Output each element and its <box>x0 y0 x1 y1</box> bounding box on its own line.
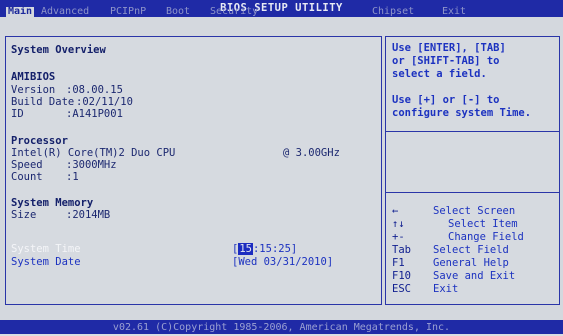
bios-screen: BIOS SETUP UTILITY Main Advanced PCIPnP … <box>0 0 563 334</box>
tab-security[interactable]: Security <box>210 7 258 17</box>
help-line-2: or [SHIFT-TAB] to <box>392 55 500 67</box>
cpu-name: Intel(R) Core(TM)2 Duo CPU <box>11 147 176 159</box>
version-label: Version <box>11 84 56 96</box>
count-label: Count <box>11 171 43 183</box>
key-desc-exit: Exit <box>433 283 459 295</box>
tab-key: Tab <box>392 244 411 256</box>
key-desc-change-field: Change Field <box>448 231 524 243</box>
tab-pcipnp[interactable]: PCIPnP <box>110 7 146 17</box>
amibios-heading: AMIBIOS <box>11 71 56 83</box>
plus-minus-key: +- <box>392 231 405 243</box>
build-date-value: :02/11/10 <box>76 96 133 108</box>
cpu-frequency: @ 3.00GHz <box>283 147 340 159</box>
key-desc-select-item: Select Item <box>448 218 518 230</box>
time-minutes-seconds[interactable]: :15:25] <box>253 243 297 255</box>
help-line-1: Use [ENTER], [TAB] <box>392 42 506 54</box>
help-line-4: Use [+] or [-] to <box>392 94 500 106</box>
key-desc-save-exit: Save and Exit <box>433 270 516 282</box>
tab-boot[interactable]: Boot <box>166 7 190 17</box>
count-value: :1 <box>66 171 79 183</box>
id-label: ID <box>11 108 24 120</box>
id-value: :A141P001 <box>66 108 123 120</box>
menu-tabs: Main Advanced PCIPnP Boot Security Chips… <box>6 7 558 17</box>
tab-exit[interactable]: Exit <box>442 7 466 17</box>
title-bar: BIOS SETUP UTILITY Main Advanced PCIPnP … <box>0 0 563 17</box>
help-panel: Use [ENTER], [TAB] or [SHIFT-TAB] to sel… <box>385 36 560 305</box>
version-value: :08.00.15 <box>66 84 123 96</box>
copyright-footer: v02.61 (C)Copyright 1985-2006, American … <box>0 320 563 334</box>
up-down-arrow-key-icon: ↑↓ <box>392 218 405 230</box>
memory-size-value: :2014MB <box>66 209 111 221</box>
f1-key: F1 <box>392 257 405 269</box>
key-desc-select-screen: Select Screen <box>433 205 516 217</box>
build-date-label: Build Date <box>11 96 75 108</box>
processor-heading: Processor <box>11 135 68 147</box>
help-line-3: select a field. <box>392 68 487 80</box>
memory-size-label: Size <box>11 209 37 221</box>
help-divider-bottom <box>386 192 559 193</box>
f10-key: F10 <box>392 270 411 282</box>
system-memory-heading: System Memory <box>11 197 94 209</box>
tab-main[interactable]: Main <box>6 7 35 17</box>
system-time-value[interactable]: [15:15:25] <box>232 243 297 255</box>
tab-chipset[interactable]: Chipset <box>372 7 414 17</box>
system-overview-heading: System Overview <box>11 44 106 56</box>
help-line-5: configure system Time. <box>392 107 532 119</box>
tab-advanced[interactable]: Advanced <box>41 7 89 17</box>
speed-label: Speed <box>11 159 43 171</box>
time-hour-field[interactable]: 15 <box>238 243 253 255</box>
system-overview-panel: System Overview AMIBIOS Version :08.00.1… <box>5 36 382 305</box>
help-divider-top <box>386 131 559 132</box>
left-arrow-key-icon: ← <box>392 205 399 217</box>
system-time-label[interactable]: System Time <box>11 243 81 255</box>
key-desc-select-field: Select Field <box>433 244 509 256</box>
key-desc-general-help: General Help <box>433 257 509 269</box>
esc-key: ESC <box>392 283 411 295</box>
system-date-label[interactable]: System Date <box>11 256 81 268</box>
speed-value: :3000MHz <box>66 159 117 171</box>
system-date-value[interactable]: [Wed 03/31/2010] <box>232 256 333 268</box>
